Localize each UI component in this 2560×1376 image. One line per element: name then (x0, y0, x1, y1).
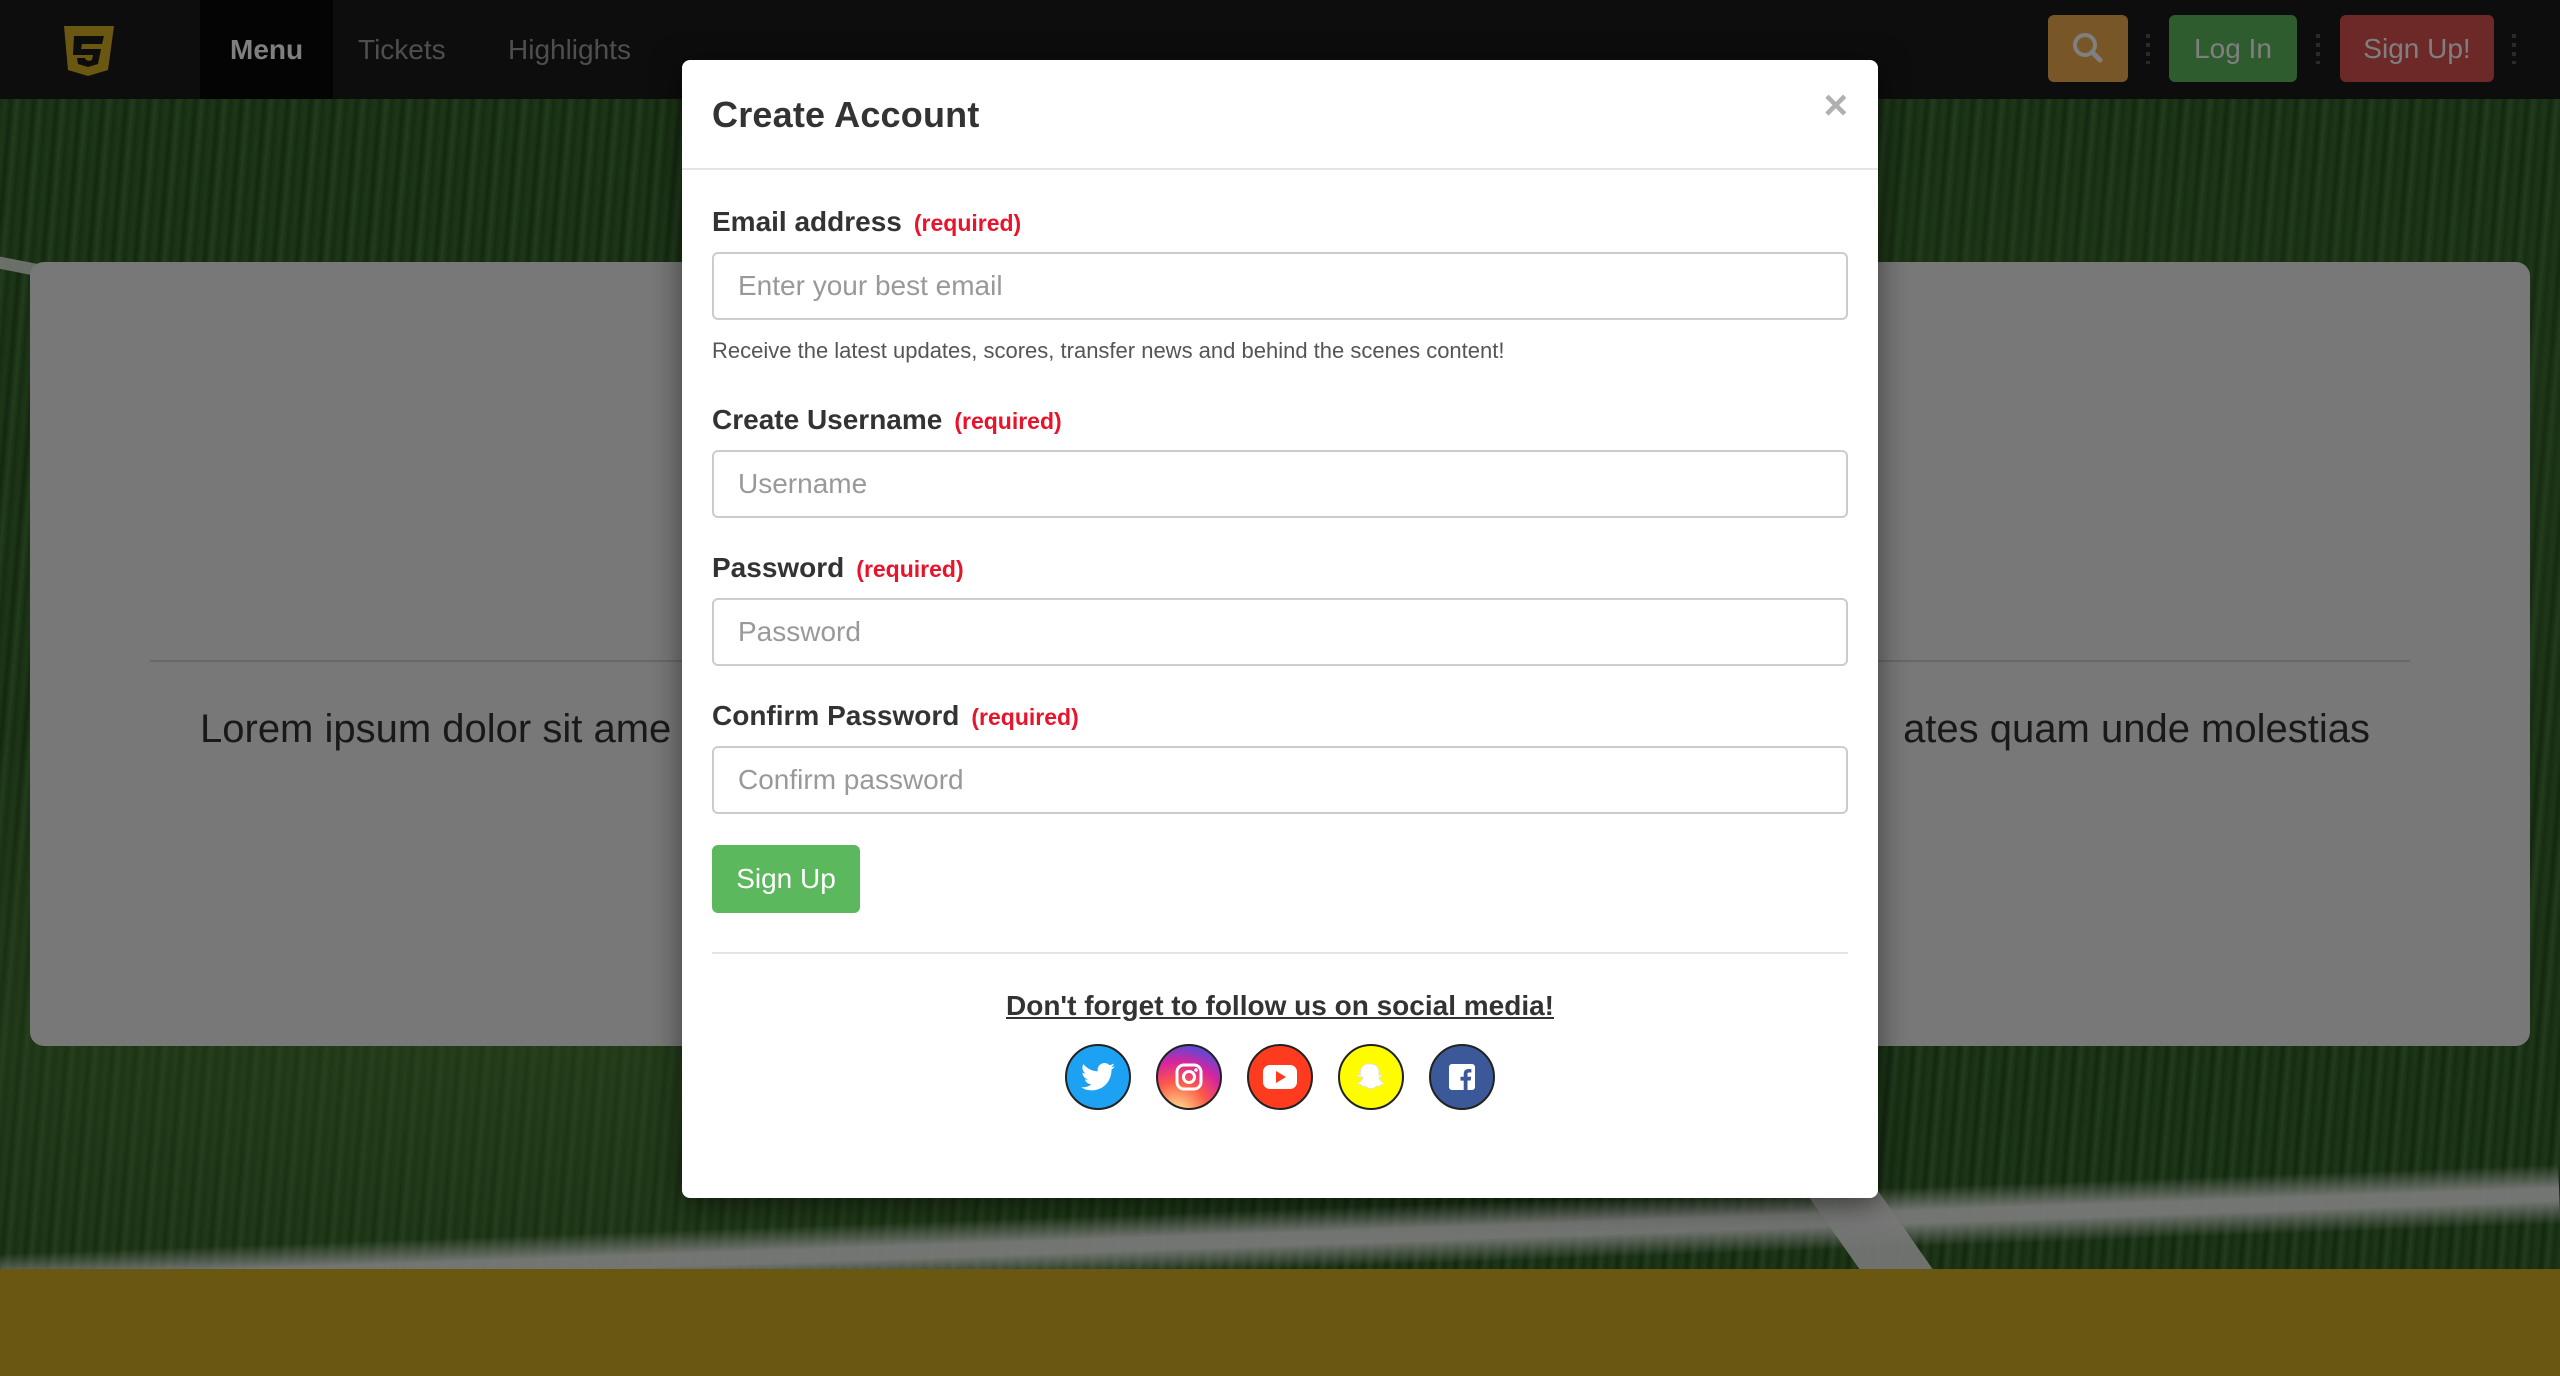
username-field[interactable] (712, 450, 1848, 518)
email-label-text: Email address (712, 206, 902, 237)
social-links (682, 1044, 1878, 1110)
confirm-password-label-text: Confirm Password (712, 700, 960, 731)
close-icon[interactable]: × (1823, 84, 1848, 126)
email-help-text: Receive the latest updates, scores, tran… (712, 338, 1505, 363)
email-field[interactable] (712, 252, 1848, 320)
required-marker: (required) (954, 408, 1062, 434)
create-account-modal: Create Account × Email address (required)… (682, 60, 1878, 1198)
social-media-text: Don't forget to follow us on social medi… (1006, 990, 1554, 1021)
required-marker: (required) (913, 210, 1022, 236)
snapchat-icon[interactable] (1338, 1044, 1404, 1110)
instagram-icon[interactable] (1156, 1044, 1222, 1110)
twitter-icon[interactable] (1065, 1044, 1131, 1110)
modal-header: Create Account × (682, 60, 1878, 170)
username-label: Create Username (required) (712, 404, 1062, 436)
youtube-icon[interactable] (1247, 1044, 1313, 1110)
confirm-password-label: Confirm Password (required) (712, 700, 1079, 732)
password-label: Password (required) (712, 552, 964, 584)
required-marker: (required) (856, 556, 964, 582)
email-label: Email address (required) (712, 206, 1021, 238)
required-marker: (required) (971, 704, 1079, 730)
modal-title: Create Account (712, 94, 980, 135)
password-field[interactable] (712, 598, 1848, 666)
username-label-text: Create Username (712, 404, 943, 435)
sign-up-submit-button[interactable]: Sign Up (712, 845, 860, 913)
modal-divider (712, 952, 1848, 954)
password-label-text: Password (712, 552, 845, 583)
confirm-password-field[interactable] (712, 746, 1848, 814)
facebook-icon[interactable] (1429, 1044, 1495, 1110)
